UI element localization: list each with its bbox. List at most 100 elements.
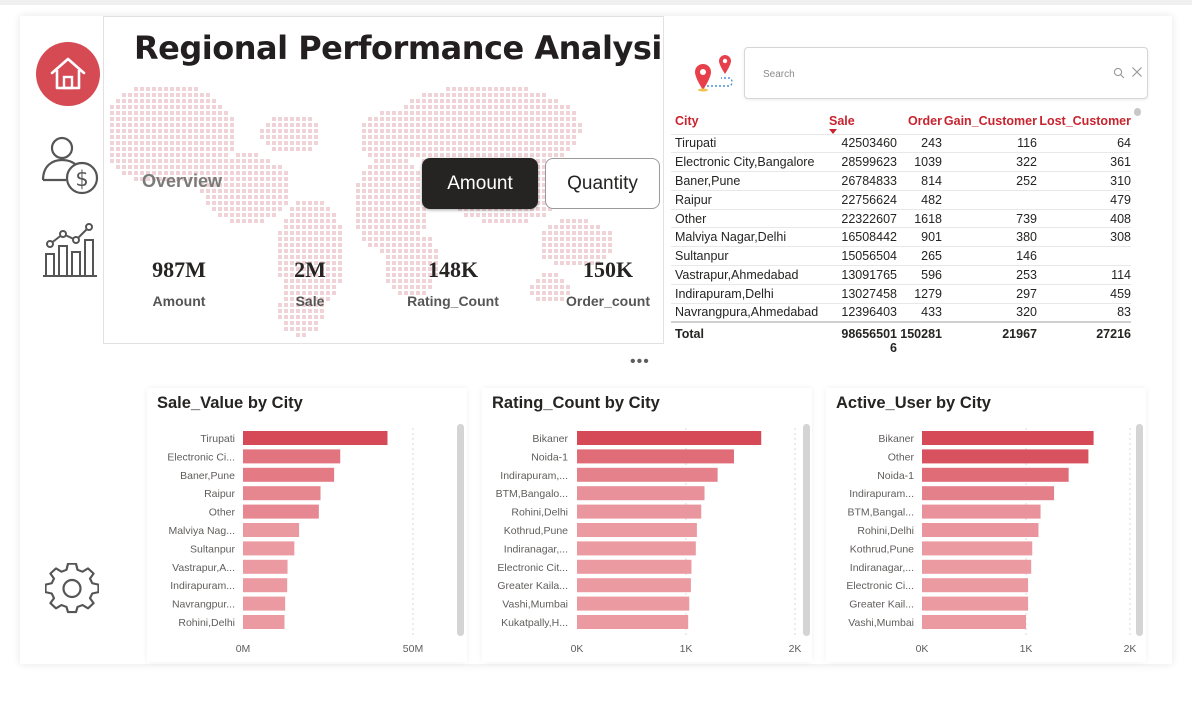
map-dot <box>452 87 456 91</box>
bar[interactable] <box>243 431 388 445</box>
bar[interactable] <box>922 523 1039 537</box>
map-dot <box>134 159 138 163</box>
bar[interactable] <box>922 449 1089 464</box>
map-dot <box>398 135 402 139</box>
column-header-order[interactable]: Order <box>897 108 942 134</box>
chart-scrollbar-thumb[interactable] <box>803 424 810 636</box>
map-dot <box>512 141 516 145</box>
column-header-city[interactable]: City <box>671 108 823 134</box>
map-dot <box>404 231 408 235</box>
bar[interactable] <box>922 486 1055 501</box>
customers-nav-button[interactable]: $ <box>38 132 104 198</box>
map-dot <box>398 237 402 241</box>
bar[interactable] <box>577 615 689 629</box>
map-dot <box>566 117 570 121</box>
map-dot <box>290 141 294 145</box>
kpi-card-rating-count: 148K Rating_Count <box>393 257 513 309</box>
map-dot <box>494 93 498 97</box>
chart-scrollbar[interactable] <box>1136 424 1143 636</box>
bar[interactable] <box>243 596 286 611</box>
bar[interactable] <box>922 431 1094 445</box>
settings-nav-button[interactable] <box>44 562 100 618</box>
bar[interactable] <box>577 523 697 537</box>
map-dot <box>530 105 534 109</box>
bar[interactable] <box>922 578 1029 593</box>
map-dot <box>416 141 420 145</box>
map-dot <box>422 99 426 103</box>
map-dot <box>410 219 414 223</box>
bar[interactable] <box>243 486 321 501</box>
amount-toggle-button[interactable]: Amount <box>422 158 538 209</box>
column-header-sale[interactable]: Sale <box>823 108 897 134</box>
table-row[interactable]: Vastrapur,Ahmedabad 13091765 596 253 114 <box>671 265 1131 285</box>
table-row[interactable]: Sultanpur 15056504 265 146 <box>671 246 1131 266</box>
bar[interactable] <box>243 449 341 464</box>
map-dot <box>428 93 432 97</box>
column-header-lost-customer[interactable]: Lost_Customer <box>1037 108 1131 134</box>
map-dot <box>182 87 186 91</box>
table-row[interactable]: Tirupati 42503460 243 116 64 <box>671 133 1131 153</box>
bar[interactable] <box>922 541 1033 556</box>
quantity-toggle-button[interactable]: Quantity <box>545 158 660 209</box>
bar[interactable] <box>243 523 300 537</box>
bar[interactable] <box>243 615 285 629</box>
bar[interactable] <box>243 578 288 593</box>
bar[interactable] <box>243 504 319 519</box>
map-dot <box>308 117 312 121</box>
bar[interactable] <box>577 504 702 519</box>
bar[interactable] <box>243 467 335 482</box>
table-row[interactable]: Indirapuram,Delhi 13027458 1279 297 459 <box>671 283 1131 304</box>
map-dot <box>416 219 420 223</box>
search-icon[interactable] <box>1113 67 1125 79</box>
bar[interactable] <box>577 578 691 593</box>
map-dot <box>584 243 588 247</box>
search-input[interactable] <box>763 65 1083 83</box>
bar[interactable] <box>243 559 288 574</box>
map-dot <box>284 117 288 121</box>
analytics-nav-button[interactable] <box>40 220 100 280</box>
map-dot <box>488 93 492 97</box>
bar[interactable] <box>577 559 692 574</box>
bar[interactable] <box>577 541 696 556</box>
bar[interactable] <box>577 449 734 464</box>
clear-icon[interactable] <box>1131 66 1143 78</box>
table-row[interactable]: Electronic City,Bangalore 28599623 1039 322… <box>671 152 1131 172</box>
map-dot <box>374 243 378 247</box>
map-dot <box>164 105 168 109</box>
chart-scrollbar[interactable] <box>803 424 810 636</box>
chart-scrollbar-thumb[interactable] <box>1136 424 1143 636</box>
bar[interactable] <box>922 615 1026 629</box>
total-sale-line2: 6 <box>890 340 897 355</box>
bar[interactable] <box>577 596 690 611</box>
map-dot <box>500 117 504 121</box>
table-scrollbar[interactable] <box>1134 108 1141 116</box>
chart-scrollbar[interactable] <box>457 424 464 636</box>
cell-sale: 13091765 <box>823 265 897 285</box>
bar[interactable] <box>922 559 1032 574</box>
map-dot <box>530 111 534 115</box>
table-row[interactable]: Navrangpura,Ahmedabad 12396403 433 320 83 <box>671 302 1131 322</box>
column-header-gain-customer[interactable]: Gain_Customer <box>942 108 1037 134</box>
bar[interactable] <box>922 596 1029 611</box>
table-row[interactable]: Malviya Nagar,Delhi 16508442 901 380 308 <box>671 227 1131 247</box>
map-dot <box>170 123 174 127</box>
table-row[interactable]: Baner,Pune 26784833 814 252 310 <box>671 171 1131 191</box>
bar[interactable] <box>243 541 295 556</box>
more-options-icon[interactable]: ••• <box>630 353 650 371</box>
map-dot <box>302 135 306 139</box>
table-row[interactable]: Other 22322607 1618 739 408 <box>671 208 1131 228</box>
bar[interactable] <box>922 467 1069 482</box>
map-dot <box>212 141 216 145</box>
home-nav-button[interactable] <box>36 42 100 106</box>
map-dot <box>146 165 150 169</box>
axis-tick-label: 0K <box>916 643 929 655</box>
bar[interactable] <box>577 486 705 501</box>
bar[interactable] <box>577 467 718 482</box>
bar[interactable] <box>922 504 1041 519</box>
map-dot <box>392 111 396 115</box>
map-dot <box>434 105 438 109</box>
table-row[interactable]: Raipur 22756624 482 479 <box>671 189 1131 210</box>
bar[interactable] <box>577 431 762 445</box>
chart-scrollbar-thumb[interactable] <box>457 424 464 636</box>
map-dot <box>284 147 288 151</box>
